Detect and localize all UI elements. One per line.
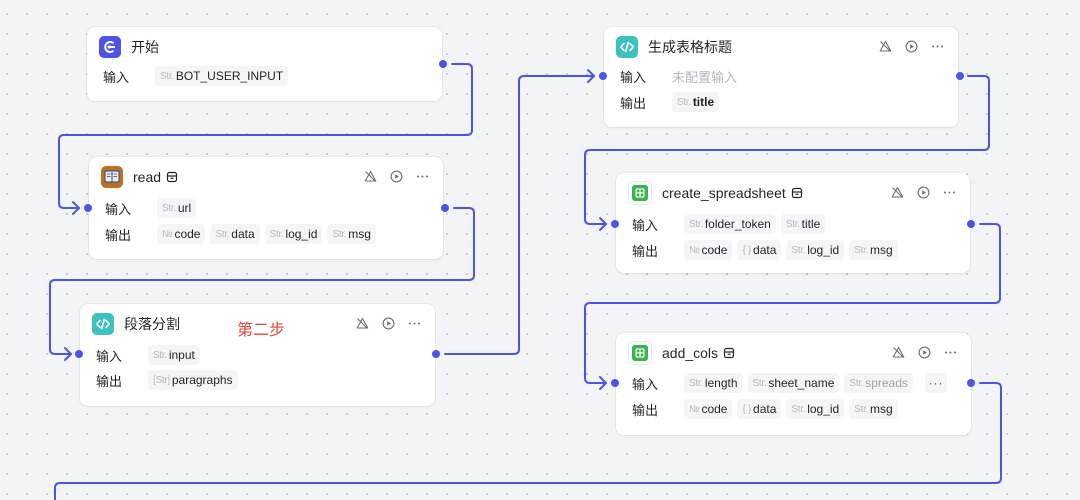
input-port-createsheet[interactable] [611,220,619,228]
output-param: Str. log_id [786,399,845,419]
output-param: № code [684,399,733,419]
code-icon [616,36,638,58]
input-label: 输入 [632,376,659,392]
spreadsheet-icon [628,341,652,365]
more-icon[interactable] [407,316,421,330]
input-param: Str. length [684,373,743,393]
output-label: 输出 [96,373,123,389]
output-param: № code [684,240,733,260]
output-param: { } data [737,399,782,419]
input-param: Str. sheet_name [747,373,840,393]
node-title: 段落分割 [124,316,180,332]
input-param: Str. input [148,345,200,365]
output-param: Str. log_id [786,240,845,260]
start-icon [99,36,121,58]
node-read[interactable]: read 输入 Str. url 输出 № code Str. data Str. lo… [89,157,443,259]
step-annotation: 第二步 [237,322,286,339]
more-icon[interactable] [943,345,957,359]
node-title: read [133,169,162,185]
output-label: 输出 [105,227,132,243]
node-title: 生成表格标题 [648,39,732,55]
node-title: add_cols [662,345,719,361]
output-label: 输出 [632,243,659,259]
input-param: Str. url [157,198,197,218]
input-param: Str. folder_token [684,214,776,234]
output-port-split[interactable] [432,350,440,358]
node-create-spreadsheet[interactable]: create_spreadsheet 输入 Str. folder_token S… [616,173,970,273]
input-port-read[interactable] [84,204,92,212]
output-param: Str. msg [849,399,898,419]
input-param: Str. spreads [844,373,913,393]
output-label: 输出 [620,95,647,111]
edge-arrow-addcols [599,376,607,390]
run-icon[interactable] [389,169,403,183]
skip-icon[interactable] [363,169,377,183]
plugin-store-icon [166,171,178,183]
node-generate-title[interactable]: 生成表格标题 输入 未配置输入 输出 Str. title [604,27,958,127]
code-icon [92,313,114,335]
node-start[interactable]: 开始 输入 Str. BOT_USER_INPUT [87,27,442,101]
node-title: 开始 [131,39,159,55]
output-param: № code [157,224,206,244]
output-param: Str. data [210,224,260,244]
output-label: 输出 [632,402,659,418]
input-placeholder: 未配置输入 [672,69,738,85]
run-icon[interactable] [904,39,918,53]
output-port-createsheet[interactable] [967,220,975,228]
output-port-addcols[interactable] [967,379,975,387]
output-port-start[interactable] [439,60,447,68]
output-port-read[interactable] [441,204,449,212]
output-port-gentitle[interactable] [956,72,964,80]
edge-arrow-createsheet [599,217,607,231]
input-param: Str. title [780,214,826,234]
skip-icon[interactable] [890,185,904,199]
node-paragraph-split[interactable]: 段落分割 第二步 输入 Str. input 输出 [Str] paragraphs [80,304,435,406]
input-label: 输入 [105,201,132,217]
input-port-split[interactable] [75,350,83,358]
edge-split-to-gentitle[interactable] [444,75,595,355]
book-plugin-icon [101,166,123,188]
input-label: 输入 [620,69,647,85]
output-param: Str. title [672,92,720,112]
skip-icon[interactable] [355,316,369,330]
spreadsheet-icon [628,181,652,205]
edge-arrow-read [72,201,80,215]
input-port-addcols[interactable] [611,379,619,387]
edge-arrow-split [64,347,72,361]
more-inputs-button[interactable]: ··· [925,373,947,393]
more-icon[interactable] [942,185,956,199]
input-label: 输入 [632,217,659,233]
run-icon[interactable] [916,185,930,199]
skip-icon[interactable] [891,345,905,359]
output-param: Str. log_id [264,224,323,244]
more-icon[interactable] [415,169,429,183]
node-title: create_spreadsheet [662,185,786,201]
output-param: { } data [737,240,782,260]
input-label: 输入 [96,348,123,364]
plugin-store-icon [723,347,735,359]
output-param: Str. msg [849,240,898,260]
more-icon[interactable] [930,39,944,53]
run-icon[interactable] [917,345,931,359]
node-add-cols[interactable]: add_cols 输入 Str. length Str. sheet_name St… [616,333,971,435]
run-icon[interactable] [381,316,395,330]
plugin-store-icon [791,187,803,199]
skip-icon[interactable] [878,39,892,53]
output-param: [Str] paragraphs [148,370,238,390]
input-port-gentitle[interactable] [599,72,607,80]
output-param: Str. msg [327,224,376,244]
input-label: 输入 [103,69,130,85]
edge-arrow-gentitle [587,69,595,83]
input-param: Str. BOT_USER_INPUT [155,66,289,86]
